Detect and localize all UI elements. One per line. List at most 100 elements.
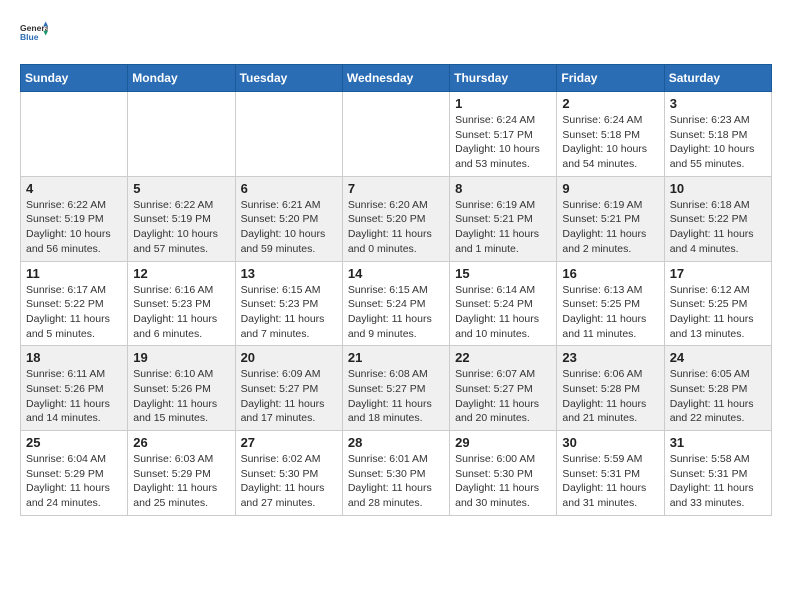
day-number: 25 <box>26 435 122 450</box>
day-number: 14 <box>348 266 444 281</box>
day-info: Sunrise: 6:19 AM Sunset: 5:21 PM Dayligh… <box>455 198 551 257</box>
weekday-header-row: SundayMondayTuesdayWednesdayThursdayFrid… <box>21 65 772 92</box>
day-info: Sunrise: 6:00 AM Sunset: 5:30 PM Dayligh… <box>455 452 551 511</box>
calendar-cell <box>128 92 235 177</box>
day-info: Sunrise: 5:59 AM Sunset: 5:31 PM Dayligh… <box>562 452 658 511</box>
day-info: Sunrise: 6:09 AM Sunset: 5:27 PM Dayligh… <box>241 367 337 426</box>
calendar-cell: 15 Sunrise: 6:14 AM Sunset: 5:24 PM Dayli… <box>450 261 557 346</box>
calendar-cell: 20 Sunrise: 6:09 AM Sunset: 5:27 PM Dayli… <box>235 346 342 431</box>
calendar-cell: 9Sunrise: 6:19 AM Sunset: 5:21 PM Daylig… <box>557 176 664 261</box>
day-number: 27 <box>241 435 337 450</box>
day-number: 23 <box>562 350 658 365</box>
weekday-header-tuesday: Tuesday <box>235 65 342 92</box>
weekday-header-thursday: Thursday <box>450 65 557 92</box>
day-info: Sunrise: 6:14 AM Sunset: 5:24 PM Dayligh… <box>455 283 551 342</box>
svg-text:Blue: Blue <box>20 32 39 42</box>
day-number: 3 <box>670 96 766 111</box>
calendar-cell: 8 Sunrise: 6:19 AM Sunset: 5:21 PM Daylig… <box>450 176 557 261</box>
calendar-cell: 31Sunrise: 5:58 AM Sunset: 5:31 PM Dayli… <box>664 431 771 516</box>
day-number: 21 <box>348 350 444 365</box>
calendar-cell: 4 Sunrise: 6:22 AM Sunset: 5:19 PM Daylig… <box>21 176 128 261</box>
day-number: 10 <box>670 181 766 196</box>
calendar-cell: 3 Sunrise: 6:23 AM Sunset: 5:18 PM Daylig… <box>664 92 771 177</box>
day-number: 8 <box>455 181 551 196</box>
day-info: Sunrise: 6:21 AM Sunset: 5:20 PM Dayligh… <box>241 198 337 257</box>
calendar-cell: 27 Sunrise: 6:02 AM Sunset: 5:30 PM Dayli… <box>235 431 342 516</box>
day-info: Sunrise: 6:07 AM Sunset: 5:27 PM Dayligh… <box>455 367 551 426</box>
calendar-week-row: 4 Sunrise: 6:22 AM Sunset: 5:19 PM Daylig… <box>21 176 772 261</box>
day-info: Sunrise: 6:13 AM Sunset: 5:25 PM Dayligh… <box>562 283 658 342</box>
day-number: 11 <box>26 266 122 281</box>
weekday-header-monday: Monday <box>128 65 235 92</box>
day-info: Sunrise: 6:18 AM Sunset: 5:22 PM Dayligh… <box>670 198 766 257</box>
day-number: 26 <box>133 435 229 450</box>
calendar-week-row: 18Sunrise: 6:11 AM Sunset: 5:26 PM Dayli… <box>21 346 772 431</box>
day-info: Sunrise: 6:08 AM Sunset: 5:27 PM Dayligh… <box>348 367 444 426</box>
day-info: Sunrise: 6:02 AM Sunset: 5:30 PM Dayligh… <box>241 452 337 511</box>
day-number: 31 <box>670 435 766 450</box>
day-info: Sunrise: 6:05 AM Sunset: 5:28 PM Dayligh… <box>670 367 766 426</box>
day-number: 24 <box>670 350 766 365</box>
calendar-week-row: 1 Sunrise: 6:24 AM Sunset: 5:17 PM Daylig… <box>21 92 772 177</box>
calendar-cell <box>235 92 342 177</box>
day-number: 4 <box>26 181 122 196</box>
day-number: 30 <box>562 435 658 450</box>
day-number: 15 <box>455 266 551 281</box>
day-info: Sunrise: 6:16 AM Sunset: 5:23 PM Dayligh… <box>133 283 229 342</box>
logo-icon: General Blue <box>20 20 48 48</box>
day-number: 12 <box>133 266 229 281</box>
calendar-cell <box>21 92 128 177</box>
weekday-header-saturday: Saturday <box>664 65 771 92</box>
calendar-cell: 28Sunrise: 6:01 AM Sunset: 5:30 PM Dayli… <box>342 431 449 516</box>
calendar-cell: 12 Sunrise: 6:16 AM Sunset: 5:23 PM Dayli… <box>128 261 235 346</box>
calendar-cell: 19 Sunrise: 6:10 AM Sunset: 5:26 PM Dayli… <box>128 346 235 431</box>
calendar-cell: 14 Sunrise: 6:15 AM Sunset: 5:24 PM Dayli… <box>342 261 449 346</box>
day-number: 1 <box>455 96 551 111</box>
day-info: Sunrise: 6:24 AM Sunset: 5:17 PM Dayligh… <box>455 113 551 172</box>
calendar-cell: 21 Sunrise: 6:08 AM Sunset: 5:27 PM Dayli… <box>342 346 449 431</box>
day-info: Sunrise: 6:23 AM Sunset: 5:18 PM Dayligh… <box>670 113 766 172</box>
calendar-cell: 18Sunrise: 6:11 AM Sunset: 5:26 PM Dayli… <box>21 346 128 431</box>
weekday-header-wednesday: Wednesday <box>342 65 449 92</box>
day-info: Sunrise: 6:11 AM Sunset: 5:26 PM Dayligh… <box>26 367 122 426</box>
weekday-header-friday: Friday <box>557 65 664 92</box>
day-info: Sunrise: 6:15 AM Sunset: 5:24 PM Dayligh… <box>348 283 444 342</box>
calendar-cell: 25 Sunrise: 6:04 AM Sunset: 5:29 PM Dayli… <box>21 431 128 516</box>
day-info: Sunrise: 6:04 AM Sunset: 5:29 PM Dayligh… <box>26 452 122 511</box>
calendar-cell: 2 Sunrise: 6:24 AM Sunset: 5:18 PM Daylig… <box>557 92 664 177</box>
calendar-cell: 22 Sunrise: 6:07 AM Sunset: 5:27 PM Dayli… <box>450 346 557 431</box>
day-number: 5 <box>133 181 229 196</box>
calendar-cell: 24 Sunrise: 6:05 AM Sunset: 5:28 PM Dayli… <box>664 346 771 431</box>
day-info: Sunrise: 6:19 AM Sunset: 5:21 PM Dayligh… <box>562 198 658 257</box>
day-info: Sunrise: 6:10 AM Sunset: 5:26 PM Dayligh… <box>133 367 229 426</box>
day-info: Sunrise: 6:12 AM Sunset: 5:25 PM Dayligh… <box>670 283 766 342</box>
calendar-cell: 29Sunrise: 6:00 AM Sunset: 5:30 PM Dayli… <box>450 431 557 516</box>
day-info: Sunrise: 6:22 AM Sunset: 5:19 PM Dayligh… <box>26 198 122 257</box>
day-number: 22 <box>455 350 551 365</box>
calendar-cell: 1 Sunrise: 6:24 AM Sunset: 5:17 PM Daylig… <box>450 92 557 177</box>
day-number: 20 <box>241 350 337 365</box>
page-header: General Blue <box>20 20 772 48</box>
weekday-header-sunday: Sunday <box>21 65 128 92</box>
calendar-week-row: 25 Sunrise: 6:04 AM Sunset: 5:29 PM Dayli… <box>21 431 772 516</box>
day-number: 19 <box>133 350 229 365</box>
calendar-cell: 23Sunrise: 6:06 AM Sunset: 5:28 PM Dayli… <box>557 346 664 431</box>
calendar-cell: 13 Sunrise: 6:15 AM Sunset: 5:23 PM Dayli… <box>235 261 342 346</box>
calendar-cell: 7 Sunrise: 6:20 AM Sunset: 5:20 PM Daylig… <box>342 176 449 261</box>
day-info: Sunrise: 6:24 AM Sunset: 5:18 PM Dayligh… <box>562 113 658 172</box>
day-number: 17 <box>670 266 766 281</box>
day-number: 7 <box>348 181 444 196</box>
calendar-cell: 26Sunrise: 6:03 AM Sunset: 5:29 PM Dayli… <box>128 431 235 516</box>
calendar-cell: 30 Sunrise: 5:59 AM Sunset: 5:31 PM Dayli… <box>557 431 664 516</box>
day-number: 13 <box>241 266 337 281</box>
day-info: Sunrise: 6:17 AM Sunset: 5:22 PM Dayligh… <box>26 283 122 342</box>
calendar-cell: 17 Sunrise: 6:12 AM Sunset: 5:25 PM Dayli… <box>664 261 771 346</box>
day-number: 6 <box>241 181 337 196</box>
day-number: 28 <box>348 435 444 450</box>
day-number: 2 <box>562 96 658 111</box>
day-info: Sunrise: 6:20 AM Sunset: 5:20 PM Dayligh… <box>348 198 444 257</box>
calendar-cell: 6 Sunrise: 6:21 AM Sunset: 5:20 PM Daylig… <box>235 176 342 261</box>
calendar-cell: 16 Sunrise: 6:13 AM Sunset: 5:25 PM Dayli… <box>557 261 664 346</box>
day-info: Sunrise: 6:15 AM Sunset: 5:23 PM Dayligh… <box>241 283 337 342</box>
day-number: 16 <box>562 266 658 281</box>
